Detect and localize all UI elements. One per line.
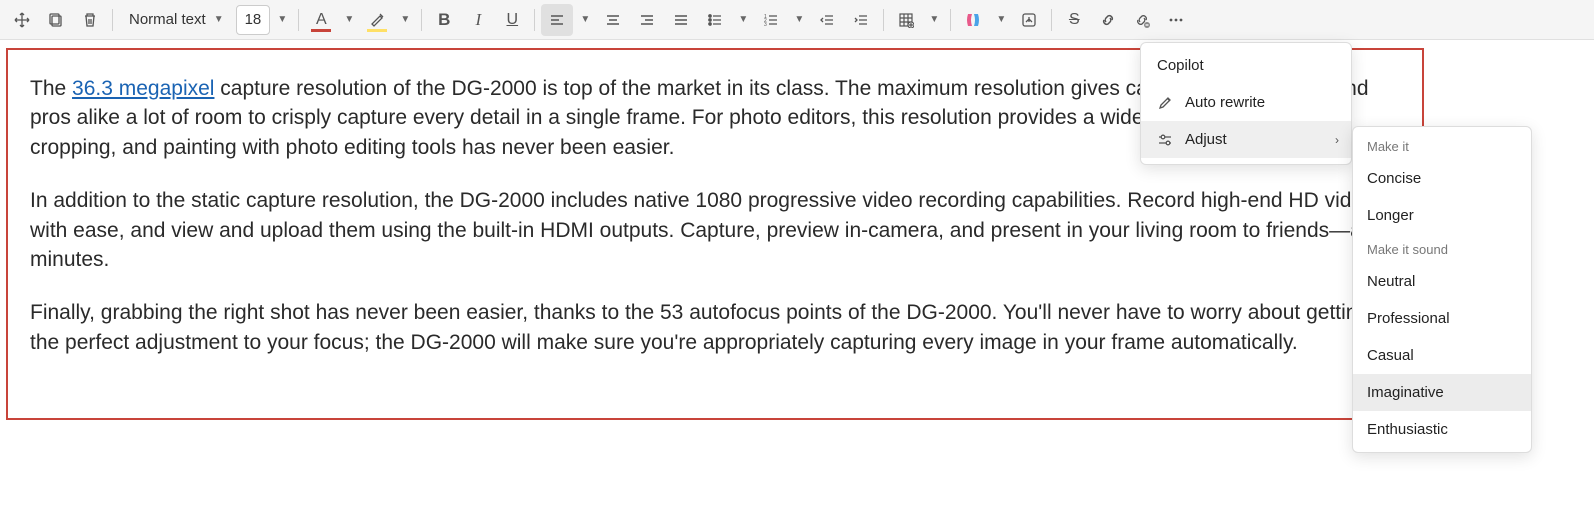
rewrite-icon[interactable] bbox=[1013, 4, 1045, 36]
separator bbox=[950, 9, 951, 31]
auto-rewrite-label: Auto rewrite bbox=[1185, 94, 1265, 111]
strikethrough-button[interactable]: S bbox=[1058, 4, 1090, 36]
chevron-right-icon: › bbox=[1335, 133, 1339, 147]
adjust-submenu: Make it Concise Longer Make it sound Neu… bbox=[1352, 126, 1532, 453]
align-dropdown[interactable]: ▼ bbox=[575, 4, 595, 36]
align-center-button[interactable] bbox=[597, 4, 629, 36]
resolution-link[interactable]: 36.3 megapixel bbox=[72, 77, 214, 100]
delete-icon[interactable] bbox=[74, 4, 106, 36]
align-justify-button[interactable] bbox=[665, 4, 697, 36]
auto-rewrite-item[interactable]: Auto rewrite bbox=[1141, 84, 1351, 121]
adjust-header-make-it-sound: Make it sound bbox=[1353, 234, 1531, 263]
bold-button[interactable]: B bbox=[428, 4, 460, 36]
adjust-neutral[interactable]: Neutral bbox=[1353, 263, 1531, 300]
copilot-icon[interactable] bbox=[957, 4, 989, 36]
paragraph-2: In addition to the static capture resolu… bbox=[30, 186, 1400, 274]
pencil-icon bbox=[1157, 95, 1173, 111]
adjust-imaginative[interactable]: Imaginative bbox=[1353, 374, 1531, 411]
more-options-button[interactable] bbox=[1160, 4, 1192, 36]
bulleted-list-dropdown[interactable]: ▼ bbox=[733, 4, 753, 36]
align-right-button[interactable] bbox=[631, 4, 663, 36]
sliders-icon bbox=[1157, 132, 1173, 148]
svg-text:3: 3 bbox=[764, 22, 767, 28]
adjust-header-make-it: Make it bbox=[1353, 131, 1531, 160]
insert-link-button[interactable] bbox=[1092, 4, 1124, 36]
adjust-longer[interactable]: Longer bbox=[1353, 197, 1531, 234]
separator bbox=[298, 9, 299, 31]
font-size-value: 18 bbox=[245, 11, 262, 28]
separator bbox=[534, 9, 535, 31]
text: The bbox=[30, 77, 72, 100]
insert-table-button[interactable] bbox=[890, 4, 922, 36]
italic-button[interactable]: I bbox=[462, 4, 494, 36]
adjust-casual[interactable]: Casual bbox=[1353, 337, 1531, 374]
highlight-button[interactable] bbox=[361, 4, 393, 36]
font-color-dropdown[interactable]: ▼ bbox=[339, 4, 359, 36]
highlight-dropdown[interactable]: ▼ bbox=[395, 4, 415, 36]
adjust-enthusiastic[interactable]: Enthusiastic bbox=[1353, 411, 1531, 448]
numbered-list-dropdown[interactable]: ▼ bbox=[789, 4, 809, 36]
paragraph-style-select[interactable]: Normal text ▼ bbox=[119, 4, 234, 36]
separator bbox=[883, 9, 884, 31]
font-size-dropdown[interactable]: ▼ bbox=[272, 4, 292, 36]
font-size-select[interactable]: 18 bbox=[236, 5, 271, 35]
font-color-button[interactable]: A bbox=[305, 4, 337, 36]
copy-icon[interactable] bbox=[40, 4, 72, 36]
clear-formatting-button[interactable] bbox=[1126, 4, 1158, 36]
formatting-toolbar: Normal text ▼ 18 ▼ A ▼ ▼ B I U ▼ ▼ bbox=[0, 0, 1594, 40]
chevron-down-icon: ▼ bbox=[214, 14, 224, 25]
move-icon[interactable] bbox=[6, 4, 38, 36]
underline-button[interactable]: U bbox=[496, 4, 528, 36]
paragraph-style-label: Normal text bbox=[129, 11, 206, 28]
separator bbox=[421, 9, 422, 31]
decrease-indent-button[interactable] bbox=[811, 4, 843, 36]
separator bbox=[112, 9, 113, 31]
bulleted-list-button[interactable] bbox=[699, 4, 731, 36]
align-left-button[interactable] bbox=[541, 4, 573, 36]
adjust-concise[interactable]: Concise bbox=[1353, 160, 1531, 197]
numbered-list-button[interactable]: 1 2 3 bbox=[755, 4, 787, 36]
copilot-menu-title: Copilot bbox=[1141, 49, 1351, 84]
copilot-dropdown[interactable]: ▼ bbox=[991, 4, 1011, 36]
adjust-professional[interactable]: Professional bbox=[1353, 300, 1531, 337]
copilot-context-menu: Copilot Auto rewrite Adjust › bbox=[1140, 42, 1352, 165]
increase-indent-button[interactable] bbox=[845, 4, 877, 36]
table-dropdown[interactable]: ▼ bbox=[924, 4, 944, 36]
adjust-label: Adjust bbox=[1185, 131, 1227, 148]
paragraph-3: Finally, grabbing the right shot has nev… bbox=[30, 298, 1400, 357]
separator bbox=[1051, 9, 1052, 31]
adjust-item[interactable]: Adjust › bbox=[1141, 121, 1351, 158]
